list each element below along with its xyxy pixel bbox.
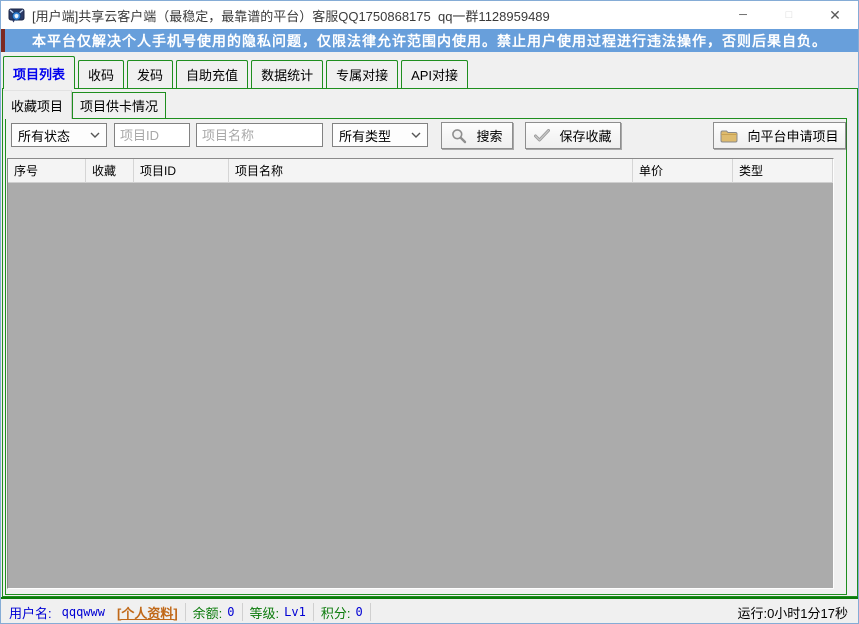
balance-label: 余额:: [192, 605, 223, 621]
status-separator: [369, 603, 371, 621]
project-id-input[interactable]: [114, 123, 190, 147]
tab-receive-code[interactable]: 收码: [78, 60, 125, 88]
tab-self-recharge[interactable]: 自助充值: [176, 60, 249, 88]
profile-link[interactable]: [个人资料]: [117, 603, 178, 622]
tab-project-list[interactable]: 项目列表: [3, 56, 76, 89]
window-controls: ─ □ ✕: [720, 1, 858, 29]
runtime-text: 运行:0小时1分17秒: [737, 605, 848, 621]
chevron-down-icon: [411, 132, 421, 138]
tab-send-code[interactable]: 发码: [127, 60, 174, 88]
title-bar: [用户端]共享云客户端（最稳定，最靠谱的平台）客服QQ1750868175 qq…: [1, 1, 858, 29]
minimize-icon: ─: [739, 9, 747, 21]
status-bar: 用户名: qqqwww [个人资料] 余额: 0 等级: Lv1 积分: 0 运…: [1, 597, 858, 623]
column-header-project-name[interactable]: 项目名称: [229, 159, 633, 183]
close-icon: ✕: [829, 6, 841, 23]
apply-project-label: 向平台申请项目: [747, 129, 839, 144]
search-icon: [452, 128, 467, 143]
status-separator: [184, 603, 186, 621]
close-button[interactable]: ✕: [812, 1, 858, 29]
subtab-favorite-projects[interactable]: 收藏项目: [3, 90, 73, 119]
level-value: Lv1: [284, 605, 306, 619]
maximize-button[interactable]: □: [766, 1, 812, 29]
search-button[interactable]: 搜索: [441, 122, 513, 149]
main-tab-bar: 项目列表 收码 发码 自助充值 数据统计 专属对接 API对接: [3, 56, 471, 89]
column-header-favorite[interactable]: 收藏: [86, 159, 134, 183]
banner-edge-decoration: [1, 29, 5, 52]
search-button-label: 搜索: [476, 129, 503, 144]
points-label: 积分:: [320, 605, 351, 621]
status-filter-value: 所有状态: [18, 128, 71, 144]
window-title: [用户端]共享云客户端（最稳定，最靠谱的平台）客服QQ1750868175 qq…: [32, 8, 550, 24]
status-separator: [241, 603, 243, 621]
username-value: qqqwww: [61, 605, 105, 619]
tab-data-stats[interactable]: 数据统计: [251, 60, 324, 88]
folder-icon: [720, 130, 738, 142]
chevron-down-icon: [90, 132, 100, 138]
checkmark-icon: [534, 129, 551, 142]
username-label: 用户名:: [9, 605, 52, 621]
list-body-empty: [8, 183, 833, 588]
minimize-button[interactable]: ─: [720, 1, 766, 29]
type-filter-value: 所有类型: [339, 128, 392, 144]
balance-value: 0: [227, 605, 235, 619]
type-filter-select[interactable]: 所有类型: [332, 123, 428, 147]
level-label: 等级:: [249, 605, 280, 621]
tab-api-link[interactable]: API对接: [401, 60, 469, 88]
tab-exclusive-link[interactable]: 专属对接: [326, 60, 399, 88]
status-filter-select[interactable]: 所有状态: [11, 123, 107, 147]
column-header-type[interactable]: 类型: [733, 159, 833, 183]
apply-project-button[interactable]: 向平台申请项目: [713, 122, 846, 149]
project-name-input[interactable]: [196, 123, 323, 147]
notice-text: 本平台仅解决个人手机号使用的隐私问题，仅限法律允许范围内使用。禁止用户使用过程进…: [32, 33, 827, 50]
column-header-index[interactable]: 序号: [8, 159, 86, 183]
save-favorites-label: 保存收藏: [559, 129, 612, 144]
list-header-row: 序号 收藏 项目ID 项目名称 单价 类型: [8, 159, 833, 183]
maximize-icon: □: [785, 9, 793, 21]
sub-tab-bar: 收藏项目 项目供卡情况: [3, 90, 167, 119]
points-value: 0: [355, 605, 363, 619]
status-separator: [312, 603, 314, 621]
app-window: [用户端]共享云客户端（最稳定，最靠谱的平台）客服QQ1750868175 qq…: [0, 0, 859, 624]
column-header-project-id[interactable]: 项目ID: [134, 159, 229, 183]
save-favorites-button[interactable]: 保存收藏: [525, 122, 621, 149]
notice-banner: 本平台仅解决个人手机号使用的隐私问题，仅限法律允许范围内使用。禁止用户使用过程进…: [1, 29, 858, 52]
app-icon: [8, 8, 25, 22]
subtab-card-supply-status[interactable]: 项目供卡情况: [72, 92, 167, 118]
project-list-view: 序号 收藏 项目ID 项目名称 单价 类型: [7, 158, 834, 589]
column-header-unit-price[interactable]: 单价: [633, 159, 733, 183]
